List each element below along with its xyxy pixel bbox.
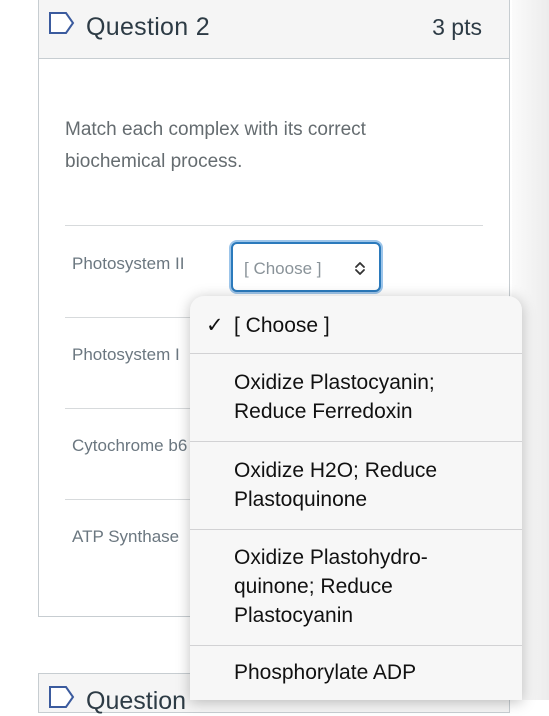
question-title: Question 2 (86, 13, 210, 41)
dropdown-option-plastocyanin-ferredoxin[interactable]: Oxidize Plastocyanin; Reduce Ferredoxin (190, 354, 522, 441)
dropdown-option-label: Oxidize H2O; Reduce Plastoquinone (234, 459, 438, 511)
up-down-chevron-icon (355, 262, 365, 275)
dropdown-option-label: Oxidize Plastocyanin; Reduce Ferredoxin (234, 371, 435, 423)
select-dropdown-menu: ✓ [ Choose ] Oxidize Plastocyanin; Reduc… (190, 296, 522, 700)
next-question-title: Question (86, 687, 187, 715)
dropdown-option-label: [ Choose ] (234, 314, 330, 337)
match-select-photosystem-ii[interactable]: [ Choose ] (231, 242, 381, 292)
checkmark-icon: ✓ (206, 314, 224, 337)
question-header: Question 2 3 pts (39, 0, 509, 59)
question-text: Match each complex with its correct bioc… (65, 119, 366, 172)
dropdown-option-label: Phosphorylate ADP (234, 661, 417, 684)
divider (65, 225, 483, 226)
flag-icon[interactable] (49, 12, 75, 34)
dropdown-option-choose[interactable]: ✓ [ Choose ] (190, 296, 522, 353)
dropdown-option-phosphorylate-adp[interactable]: Phosphorylate ADP (190, 646, 522, 700)
match-label-cytochrome-b6: Cytochrome b6 (72, 436, 188, 455)
match-label-atp-synthase: ATP Synthase (72, 527, 180, 546)
dropdown-option-label: Oxidize Plastohydro-quinone; Reduce Plas… (234, 546, 428, 627)
match-label-photosystem-ii: Photosystem II (72, 254, 185, 273)
question-points: 3 pts (432, 14, 482, 40)
dropdown-option-h2o-plastoquinone[interactable]: Oxidize H2O; Reduce Plastoquinone (190, 442, 522, 529)
flag-icon[interactable] (49, 686, 75, 708)
dropdown-option-plastohydroquinone-plastocyanin[interactable]: Oxidize Plastohydro-quinone; Reduce Plas… (190, 530, 522, 645)
match-label-photosystem-i: Photosystem I (72, 345, 180, 364)
select-value: [ Choose ] (244, 259, 322, 278)
